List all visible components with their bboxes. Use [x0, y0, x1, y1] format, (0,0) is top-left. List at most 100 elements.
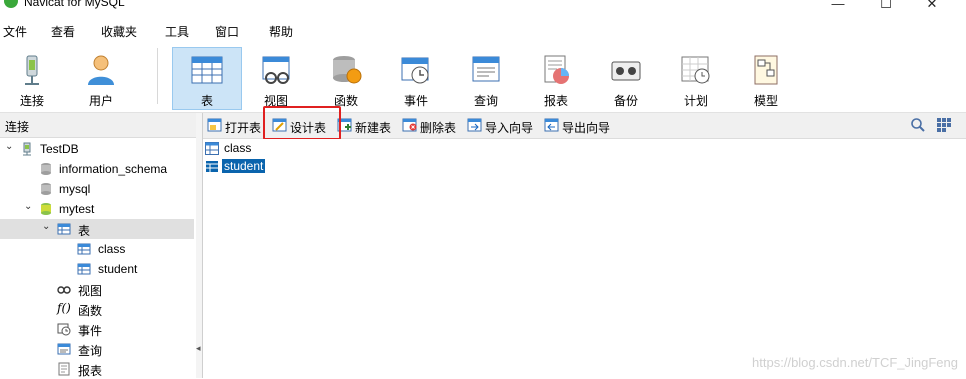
toolbar-backup-button[interactable]: 备份	[595, 48, 657, 108]
user-icon	[88, 55, 114, 85]
watermark: https://blog.csdn.net/TCF_JingFeng	[752, 355, 958, 370]
tree-label: mytest	[59, 202, 95, 216]
query-icon	[57, 343, 71, 355]
report-icon	[58, 362, 70, 376]
menu-view[interactable]: 查看	[51, 23, 75, 40]
tree-item-information-schema[interactable]: information_schema	[0, 159, 194, 179]
tree-item-views[interactable]: 视图	[0, 279, 194, 299]
table-icon	[77, 243, 91, 255]
tree-label: TestDB	[40, 142, 79, 156]
open-table-button[interactable]: 打开表	[207, 117, 267, 135]
menu-window[interactable]: 窗口	[215, 23, 239, 40]
toolbar-model-button[interactable]: 模型	[735, 48, 797, 108]
toolbar-schedule-label: 计划	[683, 94, 708, 108]
query-icon	[472, 56, 500, 82]
backup-icon	[611, 61, 641, 81]
menu-help[interactable]: 帮助	[269, 23, 293, 40]
chevron-down-icon[interactable]: ⌄	[24, 201, 34, 212]
tree-label: student	[98, 262, 138, 276]
toolbar-report-label: 报表	[543, 94, 568, 108]
connection-panel-header: 连接	[0, 113, 196, 138]
tree-label: mysql	[59, 182, 91, 196]
delete-table-label: 删除表	[420, 121, 457, 135]
new-table-label: 新建表	[355, 121, 392, 135]
toolbar-connection-button[interactable]: 连接	[1, 48, 63, 108]
tree-label: 表	[78, 224, 91, 238]
close-button[interactable]: ✕	[922, 0, 942, 12]
toolbar-view-button[interactable]: 视图	[245, 48, 307, 108]
title-bar: Navicat for MySQL — ☐ ✕	[0, 0, 966, 14]
menu-tools[interactable]: 工具	[165, 23, 189, 40]
import-wizard-label: 导入向导	[485, 121, 534, 135]
database-open-icon	[41, 203, 51, 215]
import-wizard-button[interactable]: 导入向导	[467, 117, 541, 135]
connection-panel-title: 连接	[5, 120, 30, 134]
tree-item-testdb[interactable]: ⌄ TestDB	[0, 139, 194, 159]
open-table-label: 打开表	[225, 121, 262, 135]
new-table-button[interactable]: 新建表	[337, 117, 397, 135]
toolbar-query-button[interactable]: 查询	[455, 48, 517, 108]
table-icon	[77, 263, 91, 275]
grid-view-icon[interactable]	[936, 117, 952, 133]
export-wizard-icon	[544, 118, 559, 132]
toolbar-schedule-button[interactable]: 计划	[665, 48, 727, 108]
export-wizard-label: 导出向导	[562, 121, 611, 135]
toolbar-query-label: 查询	[473, 94, 498, 108]
view-icon	[57, 286, 71, 294]
toolbar-report-button[interactable]: 报表	[525, 48, 587, 108]
tree-label: class	[98, 242, 126, 256]
list-item-label: class	[224, 141, 252, 155]
delete-table-icon	[402, 118, 417, 132]
event-icon	[401, 57, 429, 84]
maximize-button[interactable]: ☐	[876, 0, 896, 12]
function-icon	[333, 56, 362, 84]
toolbar-event-button[interactable]: 事件	[385, 48, 447, 108]
menu-favorites[interactable]: 收藏夹	[101, 23, 137, 40]
table-icon	[191, 56, 223, 84]
toolbar-separator	[157, 48, 158, 104]
connection-icon	[25, 55, 39, 85]
toolbar-table-label: 表	[200, 94, 213, 108]
table-icon	[205, 142, 219, 155]
tree-item-reports[interactable]: 报表	[0, 359, 194, 379]
object-list: class student https://blog.csdn.net/TCF_…	[203, 139, 966, 378]
tree-item-tables[interactable]: ⌄ 表	[0, 219, 194, 239]
view-icon	[262, 56, 290, 84]
minimize-button[interactable]: —	[828, 0, 848, 12]
panel-splitter[interactable]: ◂	[196, 113, 203, 378]
toolbar-event-label: 事件	[403, 94, 428, 108]
function-icon: f()	[57, 301, 71, 315]
delete-table-button[interactable]: 删除表	[402, 117, 462, 135]
model-icon	[754, 55, 778, 85]
navicat-app-icon	[4, 0, 18, 8]
highlight-box	[263, 106, 341, 140]
database-icon	[41, 163, 51, 175]
toolbar-function-button[interactable]: 函数	[315, 48, 377, 108]
chevron-down-icon[interactable]: ⌄	[42, 221, 52, 232]
tree-item-events[interactable]: 事件	[0, 319, 194, 339]
tree-label: 函数	[78, 304, 103, 318]
tree-item-mysql[interactable]: mysql	[0, 179, 194, 199]
tree-item-mytest[interactable]: ⌄ mytest	[0, 199, 194, 219]
toolbar-user-button[interactable]: 用户	[70, 48, 132, 108]
tree-item-student[interactable]: student	[0, 259, 194, 279]
search-icon[interactable]	[910, 117, 926, 133]
toolbar-connection-label: 连接	[19, 94, 44, 108]
event-icon	[57, 323, 71, 336]
toolbar-user-label: 用户	[88, 94, 113, 108]
main-toolbar: 连接 用户 表 视图 函数 事件 查询 报表 备份 计划 模型	[0, 42, 966, 113]
menu-bar: 文件 查看 收藏夹 工具 窗口 帮助	[0, 20, 966, 42]
table-icon	[205, 160, 219, 173]
chevron-down-icon[interactable]: ⌄	[5, 141, 15, 152]
collapse-arrow-icon[interactable]: ◂	[196, 343, 201, 354]
database-icon	[41, 183, 51, 195]
tree-item-functions[interactable]: f() 函数	[0, 299, 194, 319]
tree-item-class[interactable]: class	[0, 239, 194, 259]
menu-file[interactable]: 文件	[3, 23, 27, 40]
export-wizard-button[interactable]: 导出向导	[544, 117, 618, 135]
tree-item-queries[interactable]: 查询	[0, 339, 194, 359]
list-item-label: student	[220, 158, 267, 174]
toolbar-table-button[interactable]: 表	[172, 47, 242, 110]
import-wizard-icon	[467, 118, 482, 132]
schedule-icon	[681, 56, 710, 84]
